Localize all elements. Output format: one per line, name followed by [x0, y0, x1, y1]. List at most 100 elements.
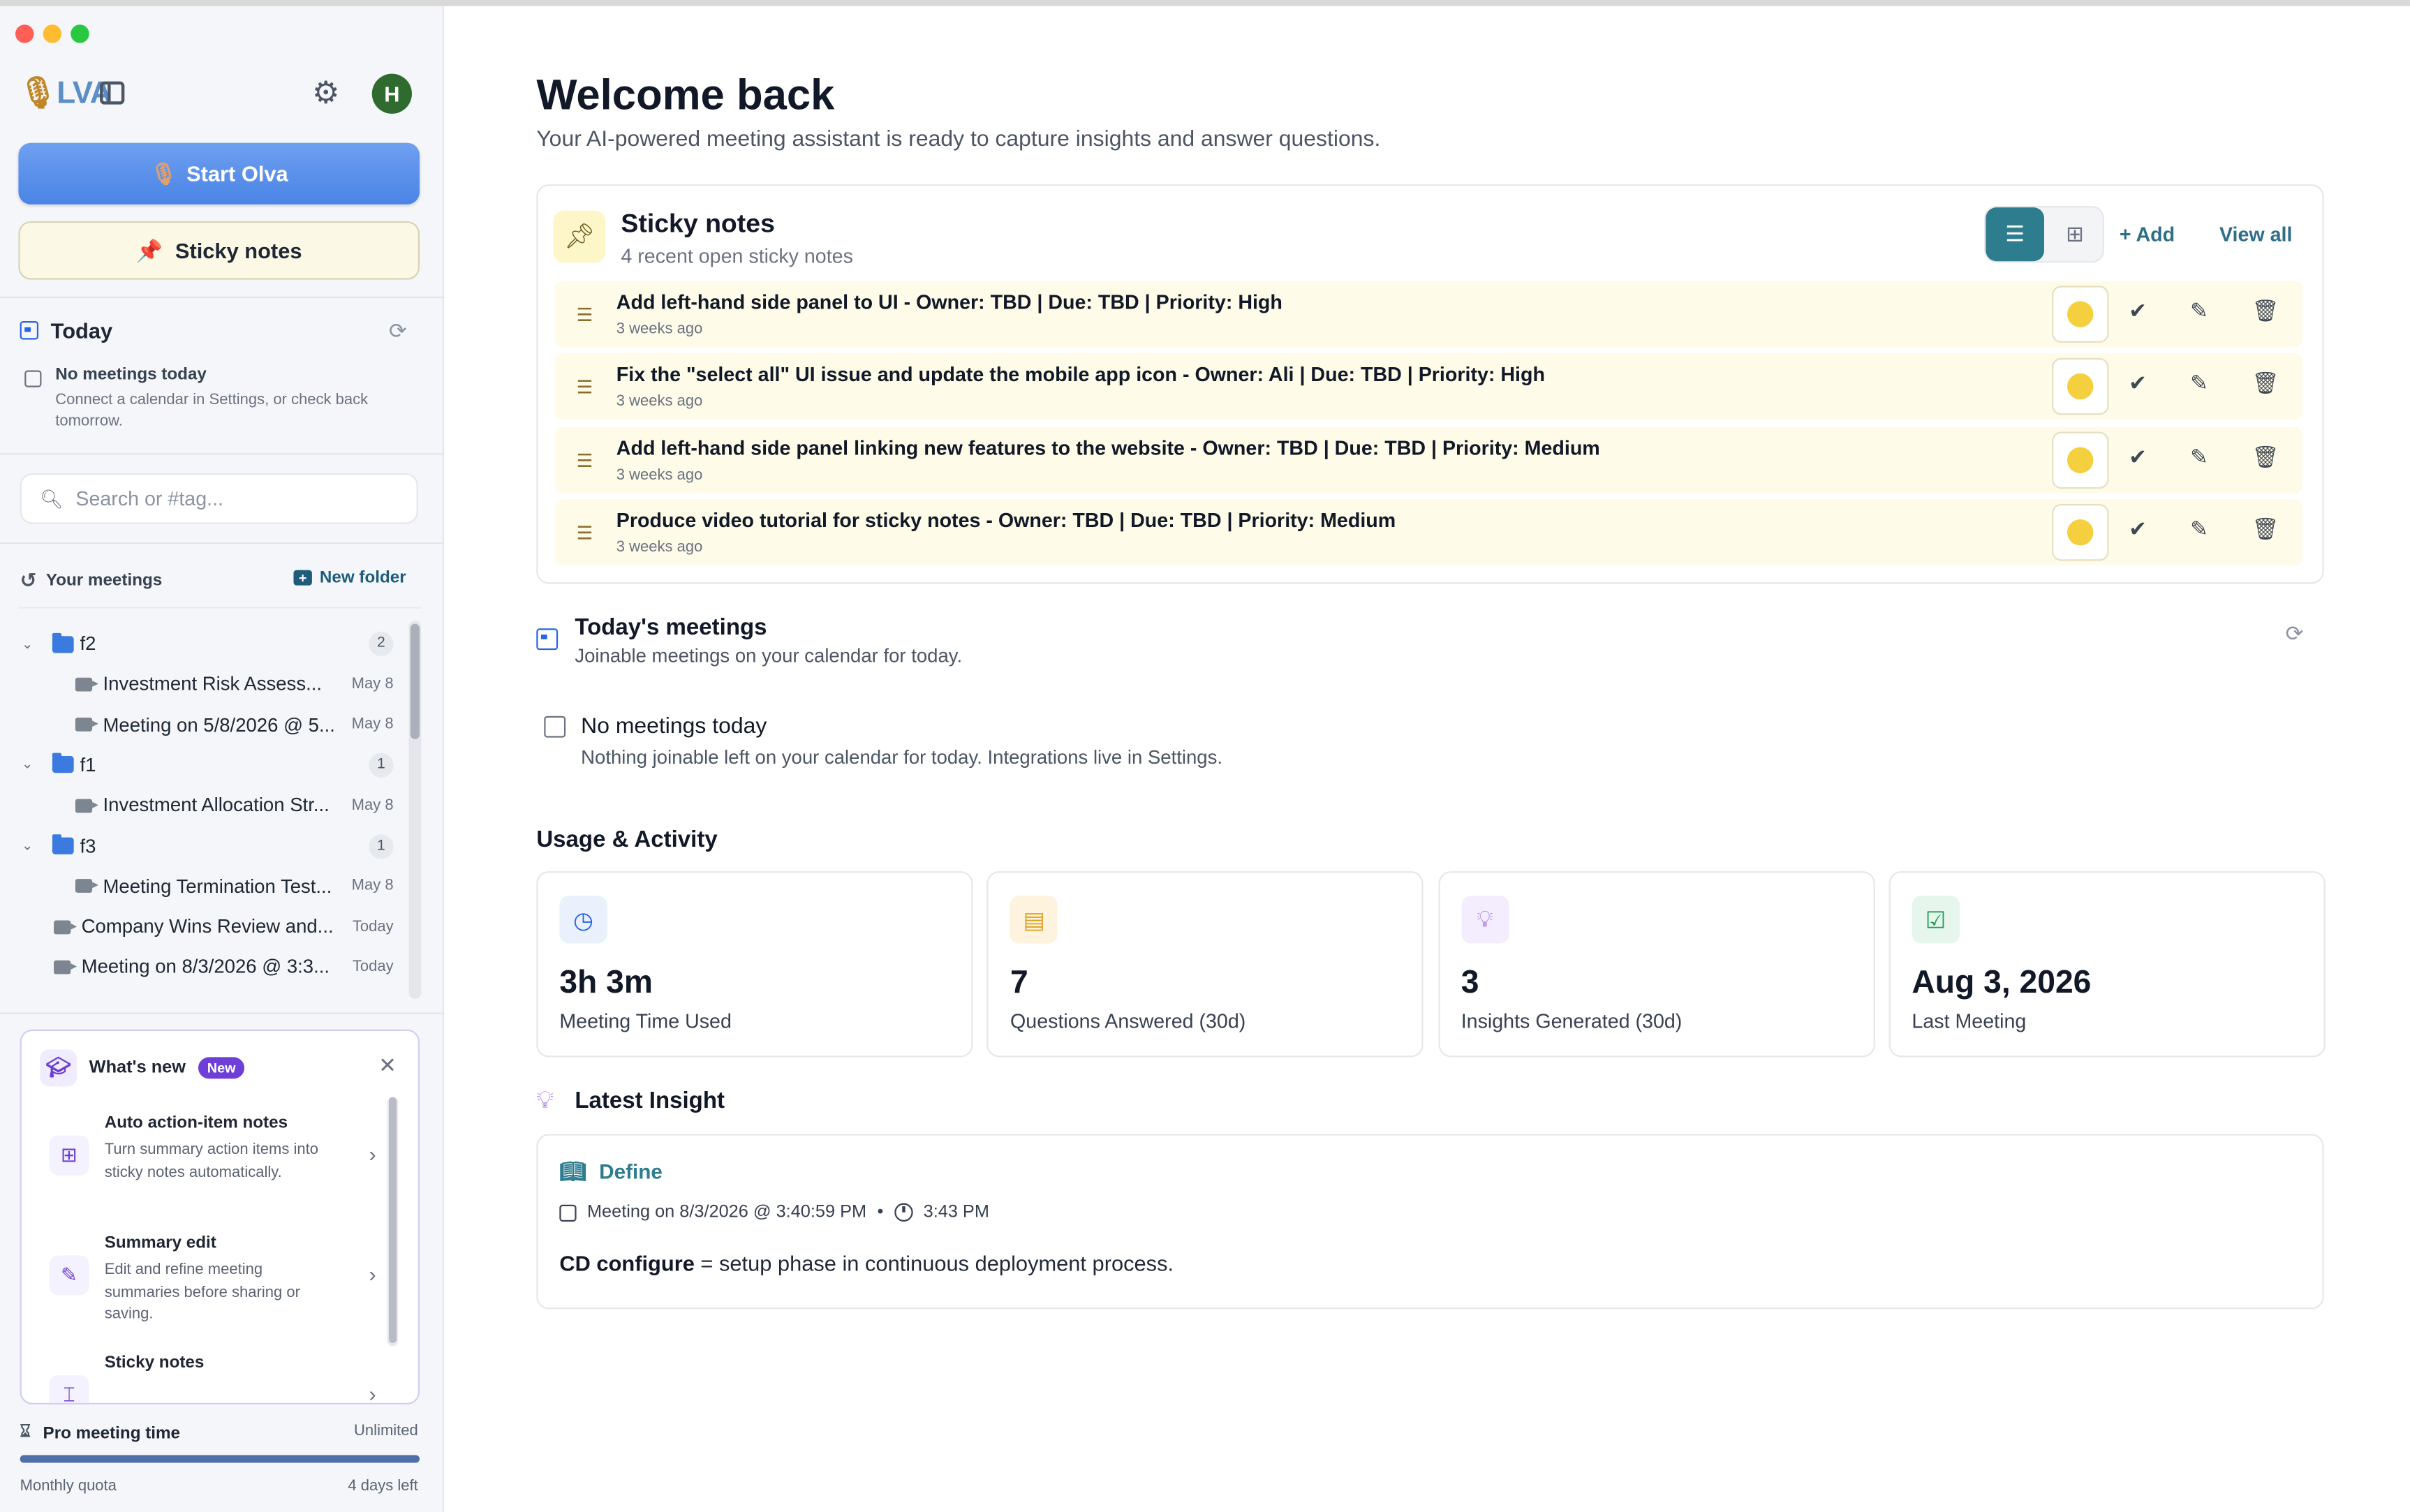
- folder-name: f3: [80, 835, 96, 857]
- folder-count-badge: 2: [369, 631, 394, 656]
- zoom-window-button[interactable]: [71, 24, 89, 43]
- divider: [18, 607, 422, 609]
- folder-name: f1: [80, 754, 96, 776]
- meeting-date: Today: [352, 958, 394, 976]
- quota-value: Unlimited: [354, 1423, 418, 1440]
- video-icon: [54, 919, 77, 934]
- note-icon: ☰: [576, 376, 593, 399]
- folder-row[interactable]: ⌄ f2 2: [0, 624, 412, 664]
- color-picker-button[interactable]: [2052, 503, 2109, 561]
- pencil-icon[interactable]: ✎: [2190, 298, 2208, 324]
- meeting-row[interactable]: Meeting on 5/8/2026 @ 5... May 8: [0, 704, 412, 744]
- trash-icon[interactable]: 🗑︎: [2252, 371, 2279, 396]
- avatar[interactable]: H: [371, 73, 413, 114]
- tree-scrollbar[interactable]: [408, 621, 422, 999]
- sticky-notes-button[interactable]: 📌 Sticky notes: [18, 221, 420, 280]
- sticky-note-text: Fix the "select all" UI issue and update…: [616, 363, 1545, 387]
- refresh-icon[interactable]: ⟳: [389, 318, 407, 344]
- meeting-date: May 8: [351, 796, 394, 814]
- folder-icon: [52, 753, 74, 774]
- stat-value: Aug 3, 2026: [1912, 965, 2092, 1000]
- lightbulb-icon: 💡︎: [1461, 896, 1509, 944]
- color-picker-button[interactable]: [2052, 286, 2109, 343]
- folder-name: f2: [80, 632, 96, 655]
- trash-icon[interactable]: 🗑︎: [2252, 443, 2279, 469]
- today-empty-title: No meetings today: [55, 365, 207, 385]
- calendar-empty-icon: [24, 367, 42, 395]
- meeting-row[interactable]: Meeting on 8/3/2026 @ 3:3... Today: [0, 947, 412, 987]
- color-picker-button[interactable]: [2052, 358, 2109, 415]
- folder-row[interactable]: ⌄ f3 1: [0, 826, 412, 866]
- refresh-icon[interactable]: ⟳: [2286, 621, 2304, 646]
- view-all-button[interactable]: View all: [2219, 223, 2293, 246]
- chevron-down-icon[interactable]: ⌄: [22, 838, 34, 854]
- view-toggle: ☰ ⊞: [1984, 205, 2104, 263]
- start-olva-button[interactable]: 🎙 Start Olva: [18, 142, 420, 205]
- divider: [0, 542, 445, 544]
- toggle-sidebar-icon[interactable]: [100, 81, 125, 105]
- note-icon: ☰: [576, 450, 593, 471]
- calendar-icon: [559, 1203, 577, 1221]
- trash-icon[interactable]: 🗑︎: [2252, 516, 2279, 542]
- whats-new-scrollbar[interactable]: [387, 1097, 399, 1347]
- mic-icon: 🎙: [149, 161, 177, 186]
- calendar-plus-icon: [536, 628, 559, 658]
- sticky-note-row[interactable]: ☰ Add left-hand side panel linking new fe…: [554, 427, 2302, 493]
- pencil-icon[interactable]: ✎: [2190, 443, 2208, 469]
- search-input[interactable]: Search or #tag...: [75, 487, 223, 510]
- stat-card: ◷ 3h 3m Meeting Time Used: [536, 871, 973, 1058]
- minimize-window-button[interactable]: [43, 24, 62, 43]
- insight-body: CD configure = setup phase in continuous…: [559, 1251, 1174, 1275]
- chevron-down-icon[interactable]: ⌄: [22, 757, 34, 773]
- book-icon: 📖︎: [559, 1158, 587, 1183]
- divider: [0, 296, 445, 299]
- today-title: Today: [50, 318, 113, 343]
- trash-icon[interactable]: 🗑︎: [2252, 298, 2279, 324]
- meeting-title: Company Wins Review and...: [81, 916, 334, 937]
- check-circle-icon[interactable]: ✔︎: [2129, 443, 2147, 469]
- search-box[interactable]: 🔍︎ Search or #tag...: [20, 473, 418, 524]
- stat-card: ▤ 7 Questions Answered (30d): [987, 871, 1424, 1058]
- check-circle-icon[interactable]: ✔︎: [2129, 298, 2147, 324]
- folder-icon: [52, 632, 74, 653]
- sticky-note-text: Produce video tutorial for sticky notes …: [616, 508, 1396, 532]
- pencil-icon[interactable]: ✎: [2190, 516, 2208, 542]
- stat-label: Insights Generated (30d): [1461, 1009, 1683, 1033]
- sticky-note-age: 3 weeks ago: [616, 321, 703, 339]
- chevron-down-icon[interactable]: ⌄: [22, 635, 34, 652]
- meeting-row[interactable]: Meeting Termination Test... May 8: [0, 866, 412, 906]
- meeting-title: Meeting on 5/8/2026 @ 5...: [103, 713, 335, 736]
- add-note-button[interactable]: + Add: [2120, 223, 2175, 246]
- meeting-title: Investment Risk Assess...: [103, 673, 323, 695]
- check-circle-icon[interactable]: ✔︎: [2129, 371, 2147, 396]
- new-folder-button[interactable]: + New folder: [293, 568, 406, 587]
- gear-icon[interactable]: ⚙: [312, 74, 339, 112]
- pro-meeting-time: ⌛︎ Pro meeting time: [20, 1423, 180, 1443]
- sidebar: 🎙LVA ⚙ H 🎙 Start Olva 📌 Sticky notes Tod…: [0, 6, 445, 1512]
- edit-list-icon: ✎: [49, 1255, 89, 1296]
- color-picker-button[interactable]: [2052, 431, 2109, 489]
- sticky-note-row[interactable]: ☰ Produce video tutorial for sticky notes…: [554, 499, 2302, 565]
- folder-row[interactable]: ⌄ f1 1: [0, 745, 412, 785]
- insight-meeting-link[interactable]: Meeting on 8/3/2026 @ 3:40:59 PM: [587, 1203, 866, 1222]
- insight-meta: Meeting on 8/3/2026 @ 3:40:59 PM • 3:43 …: [559, 1203, 989, 1222]
- check-circle-icon[interactable]: ✔︎: [2129, 516, 2147, 542]
- stat-value: 7: [1010, 965, 1028, 1000]
- close-icon[interactable]: ✕: [378, 1053, 397, 1079]
- chevron-right-icon: ›: [369, 1381, 376, 1404]
- sticky-note-row[interactable]: ☰ Add left-hand side panel to UI - Owner:…: [554, 281, 2302, 348]
- close-window-button[interactable]: [15, 24, 34, 43]
- sticky-note-row[interactable]: ☰ Fix the "select all" UI issue and updat…: [554, 353, 2302, 420]
- sticky-note-age: 3 weeks ago: [616, 466, 703, 484]
- list-view-icon[interactable]: ☰: [1986, 207, 2044, 262]
- insight-time: 3:43 PM: [923, 1203, 989, 1222]
- latest-insight-card: 📖︎ Define Meeting on 8/3/2026 @ 3:40:59 …: [536, 1134, 2324, 1310]
- meeting-row[interactable]: Investment Allocation Str... May 8: [0, 785, 412, 825]
- grid-view-icon[interactable]: ⊞: [2047, 207, 2102, 261]
- meeting-row[interactable]: Investment Risk Assess... May 8: [0, 665, 412, 704]
- sticky-note-text: Add left-hand side panel linking new fea…: [616, 436, 1600, 459]
- insight-term: CD configure: [559, 1250, 695, 1275]
- meeting-row[interactable]: Company Wins Review and... Today: [0, 907, 412, 947]
- pencil-icon[interactable]: ✎: [2190, 371, 2208, 396]
- insight-type-label: Define: [599, 1159, 663, 1183]
